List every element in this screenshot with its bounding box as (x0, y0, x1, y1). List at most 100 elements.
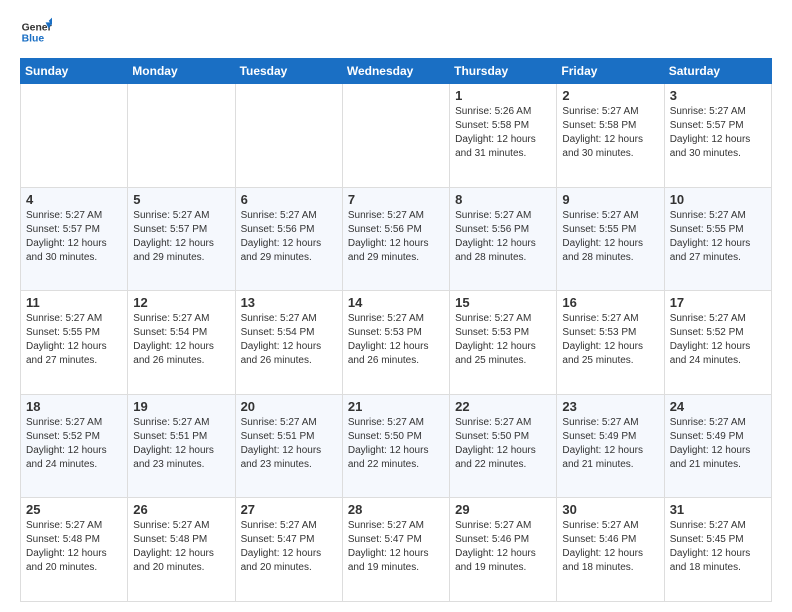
cell-text-line: Sunset: 5:55 PM (562, 223, 658, 237)
cell-text-line: Sunset: 5:46 PM (562, 533, 658, 547)
calendar-cell: 30Sunrise: 5:27 AMSunset: 5:46 PMDayligh… (557, 498, 664, 602)
cell-text-line: Sunrise: 5:27 AM (133, 416, 229, 430)
calendar-cell: 17Sunrise: 5:27 AMSunset: 5:52 PMDayligh… (664, 291, 771, 395)
calendar-week-row: 25Sunrise: 5:27 AMSunset: 5:48 PMDayligh… (21, 498, 772, 602)
calendar-day-header: Friday (557, 59, 664, 84)
cell-text-line: Sunset: 5:47 PM (241, 533, 337, 547)
day-number: 29 (455, 502, 551, 517)
cell-text-line: Sunrise: 5:27 AM (455, 312, 551, 326)
calendar-cell: 25Sunrise: 5:27 AMSunset: 5:48 PMDayligh… (21, 498, 128, 602)
cell-text-line: and 18 minutes. (670, 561, 766, 575)
cell-text-line: Sunrise: 5:27 AM (241, 416, 337, 430)
cell-text-line: Sunrise: 5:27 AM (670, 312, 766, 326)
calendar-day-header: Thursday (450, 59, 557, 84)
cell-text-line: Sunrise: 5:27 AM (562, 209, 658, 223)
cell-text-line: Daylight: 12 hours (348, 237, 444, 251)
calendar-week-row: 11Sunrise: 5:27 AMSunset: 5:55 PMDayligh… (21, 291, 772, 395)
calendar-week-row: 4Sunrise: 5:27 AMSunset: 5:57 PMDaylight… (21, 187, 772, 291)
cell-text-line: and 20 minutes. (241, 561, 337, 575)
calendar-week-row: 18Sunrise: 5:27 AMSunset: 5:52 PMDayligh… (21, 394, 772, 498)
calendar-cell: 6Sunrise: 5:27 AMSunset: 5:56 PMDaylight… (235, 187, 342, 291)
day-number: 12 (133, 295, 229, 310)
day-number: 10 (670, 192, 766, 207)
logo-icon: General Blue (20, 16, 52, 48)
calendar-cell: 1Sunrise: 5:26 AMSunset: 5:58 PMDaylight… (450, 84, 557, 188)
cell-text-line: Daylight: 12 hours (670, 340, 766, 354)
cell-text-line: Daylight: 12 hours (562, 547, 658, 561)
calendar-day-header: Wednesday (342, 59, 449, 84)
cell-text-line: Sunrise: 5:27 AM (241, 209, 337, 223)
calendar-cell: 28Sunrise: 5:27 AMSunset: 5:47 PMDayligh… (342, 498, 449, 602)
day-number: 27 (241, 502, 337, 517)
day-number: 7 (348, 192, 444, 207)
calendar-cell: 9Sunrise: 5:27 AMSunset: 5:55 PMDaylight… (557, 187, 664, 291)
cell-text-line: Daylight: 12 hours (670, 444, 766, 458)
cell-text-line: Sunset: 5:45 PM (670, 533, 766, 547)
cell-text-line: Daylight: 12 hours (241, 237, 337, 251)
cell-text-line: and 30 minutes. (26, 251, 122, 265)
cell-text-line: Sunset: 5:56 PM (455, 223, 551, 237)
calendar-cell: 15Sunrise: 5:27 AMSunset: 5:53 PMDayligh… (450, 291, 557, 395)
cell-text-line: Daylight: 12 hours (455, 547, 551, 561)
cell-text-line: Sunset: 5:57 PM (133, 223, 229, 237)
cell-text-line: and 26 minutes. (348, 354, 444, 368)
calendar-cell (342, 84, 449, 188)
calendar-cell: 11Sunrise: 5:27 AMSunset: 5:55 PMDayligh… (21, 291, 128, 395)
cell-text-line: and 25 minutes. (455, 354, 551, 368)
cell-text-line: and 27 minutes. (670, 251, 766, 265)
cell-text-line: and 28 minutes. (455, 251, 551, 265)
cell-text-line: Sunset: 5:51 PM (133, 430, 229, 444)
cell-text-line: Sunset: 5:50 PM (455, 430, 551, 444)
calendar-cell: 29Sunrise: 5:27 AMSunset: 5:46 PMDayligh… (450, 498, 557, 602)
cell-text-line: Sunset: 5:55 PM (670, 223, 766, 237)
day-number: 20 (241, 399, 337, 414)
cell-text-line: Daylight: 12 hours (133, 237, 229, 251)
calendar-cell: 21Sunrise: 5:27 AMSunset: 5:50 PMDayligh… (342, 394, 449, 498)
cell-text-line: and 29 minutes. (241, 251, 337, 265)
calendar-cell: 18Sunrise: 5:27 AMSunset: 5:52 PMDayligh… (21, 394, 128, 498)
cell-text-line: and 26 minutes. (241, 354, 337, 368)
cell-text-line: and 29 minutes. (133, 251, 229, 265)
calendar-cell: 10Sunrise: 5:27 AMSunset: 5:55 PMDayligh… (664, 187, 771, 291)
cell-text-line: Daylight: 12 hours (241, 547, 337, 561)
cell-text-line: Sunset: 5:57 PM (670, 119, 766, 133)
cell-text-line: Sunrise: 5:27 AM (241, 312, 337, 326)
cell-text-line: Sunset: 5:50 PM (348, 430, 444, 444)
day-number: 13 (241, 295, 337, 310)
calendar-cell: 22Sunrise: 5:27 AMSunset: 5:50 PMDayligh… (450, 394, 557, 498)
day-number: 22 (455, 399, 551, 414)
cell-text-line: Daylight: 12 hours (670, 547, 766, 561)
cell-text-line: Daylight: 12 hours (348, 547, 444, 561)
cell-text-line: and 19 minutes. (455, 561, 551, 575)
day-number: 14 (348, 295, 444, 310)
cell-text-line: Sunset: 5:49 PM (670, 430, 766, 444)
calendar-cell: 24Sunrise: 5:27 AMSunset: 5:49 PMDayligh… (664, 394, 771, 498)
cell-text-line: Sunset: 5:55 PM (26, 326, 122, 340)
calendar-cell: 16Sunrise: 5:27 AMSunset: 5:53 PMDayligh… (557, 291, 664, 395)
day-number: 18 (26, 399, 122, 414)
cell-text-line: Sunrise: 5:27 AM (455, 416, 551, 430)
cell-text-line: Sunset: 5:54 PM (241, 326, 337, 340)
cell-text-line: Sunrise: 5:27 AM (133, 519, 229, 533)
day-number: 31 (670, 502, 766, 517)
cell-text-line: and 29 minutes. (348, 251, 444, 265)
calendar-cell: 8Sunrise: 5:27 AMSunset: 5:56 PMDaylight… (450, 187, 557, 291)
calendar-week-row: 1Sunrise: 5:26 AMSunset: 5:58 PMDaylight… (21, 84, 772, 188)
cell-text-line: Sunrise: 5:27 AM (348, 209, 444, 223)
calendar-cell: 12Sunrise: 5:27 AMSunset: 5:54 PMDayligh… (128, 291, 235, 395)
calendar-day-header: Monday (128, 59, 235, 84)
calendar-table: SundayMondayTuesdayWednesdayThursdayFrid… (20, 58, 772, 602)
cell-text-line: Sunset: 5:46 PM (455, 533, 551, 547)
day-number: 23 (562, 399, 658, 414)
cell-text-line: Sunrise: 5:27 AM (670, 416, 766, 430)
cell-text-line: Sunset: 5:56 PM (348, 223, 444, 237)
day-number: 15 (455, 295, 551, 310)
cell-text-line: Sunset: 5:57 PM (26, 223, 122, 237)
cell-text-line: Sunrise: 5:27 AM (455, 209, 551, 223)
cell-text-line: Sunrise: 5:27 AM (562, 416, 658, 430)
day-number: 17 (670, 295, 766, 310)
day-number: 2 (562, 88, 658, 103)
calendar-cell: 5Sunrise: 5:27 AMSunset: 5:57 PMDaylight… (128, 187, 235, 291)
cell-text-line: Sunset: 5:49 PM (562, 430, 658, 444)
cell-text-line: and 22 minutes. (348, 458, 444, 472)
